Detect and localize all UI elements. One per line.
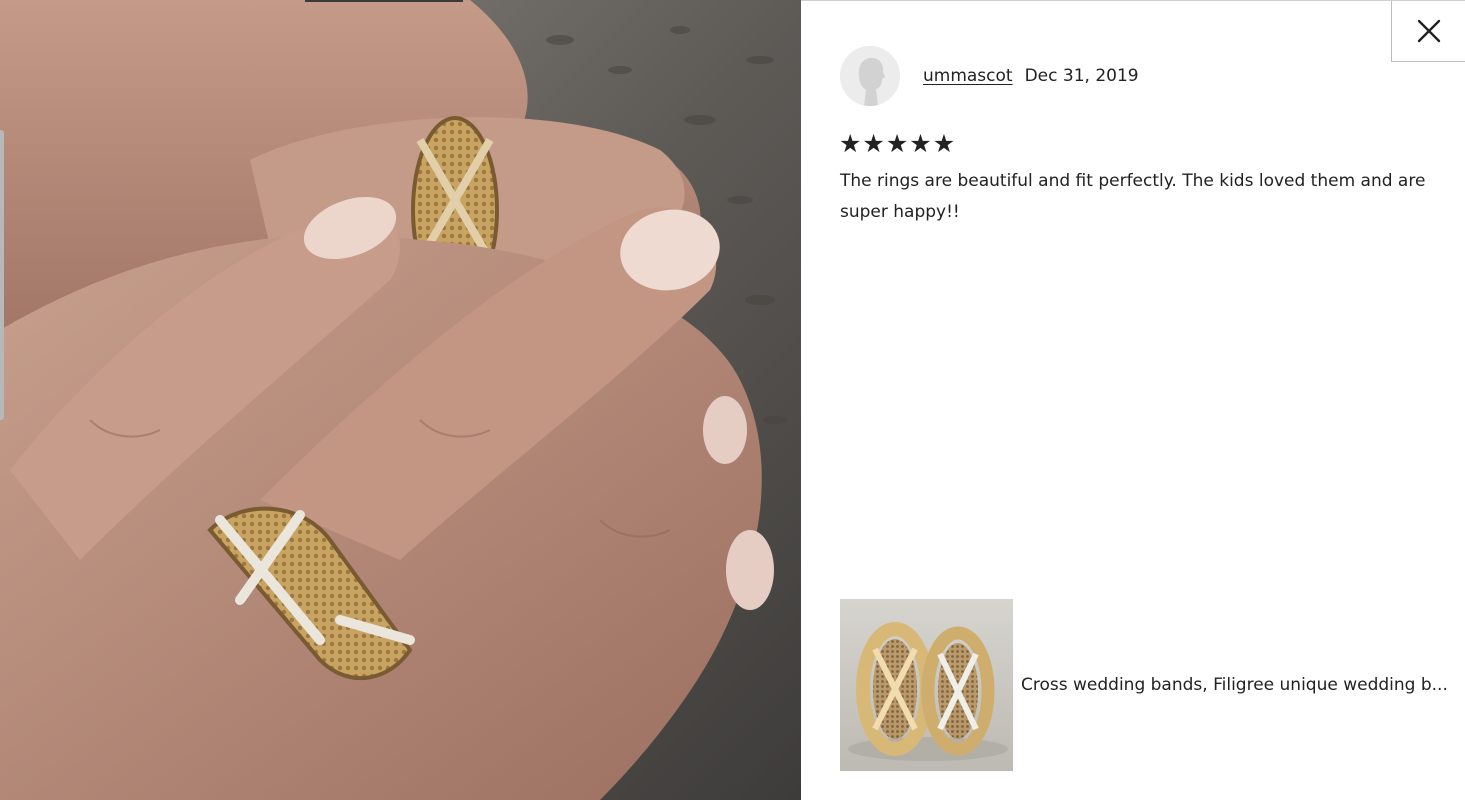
avatar[interactable] (840, 46, 900, 106)
review-photo-modal: ummascot Dec 31, 2019 ★ ★ ★ ★ ★ The ring… (0, 0, 1465, 800)
star-icon: ★ (839, 129, 862, 158)
star-icon: ★ (932, 129, 956, 158)
review-photo-image (0, 0, 801, 800)
review-date: Dec 31, 2019 (1024, 66, 1139, 86)
product-image (840, 599, 1013, 771)
product-title[interactable]: Cross wedding bands, Filigree unique wed… (1021, 675, 1449, 695)
review-text: The rings are beautiful and fit perfectl… (840, 171, 1426, 222)
star-icon: ★ (909, 129, 932, 158)
product-thumbnail[interactable] (840, 599, 1013, 771)
product-link[interactable]: Cross wedding bands, Filigree unique wed… (840, 599, 1449, 771)
reviewer-info: ummascot Dec 31, 2019 (840, 46, 1139, 106)
close-icon (1417, 19, 1440, 43)
default-avatar-icon (840, 46, 900, 106)
close-button[interactable] (1391, 1, 1465, 62)
photo-top-bar (305, 0, 463, 2)
photo-scroll-edge (0, 130, 4, 420)
star-icon: ★ (862, 129, 885, 158)
star-icon: ★ (885, 129, 909, 158)
reviewer-username[interactable]: ummascot (923, 66, 1013, 86)
review-details: ummascot Dec 31, 2019 ★ ★ ★ ★ ★ The ring… (801, 0, 1465, 800)
star-rating: ★ ★ ★ ★ ★ (839, 130, 955, 158)
review-photo[interactable] (0, 0, 801, 800)
